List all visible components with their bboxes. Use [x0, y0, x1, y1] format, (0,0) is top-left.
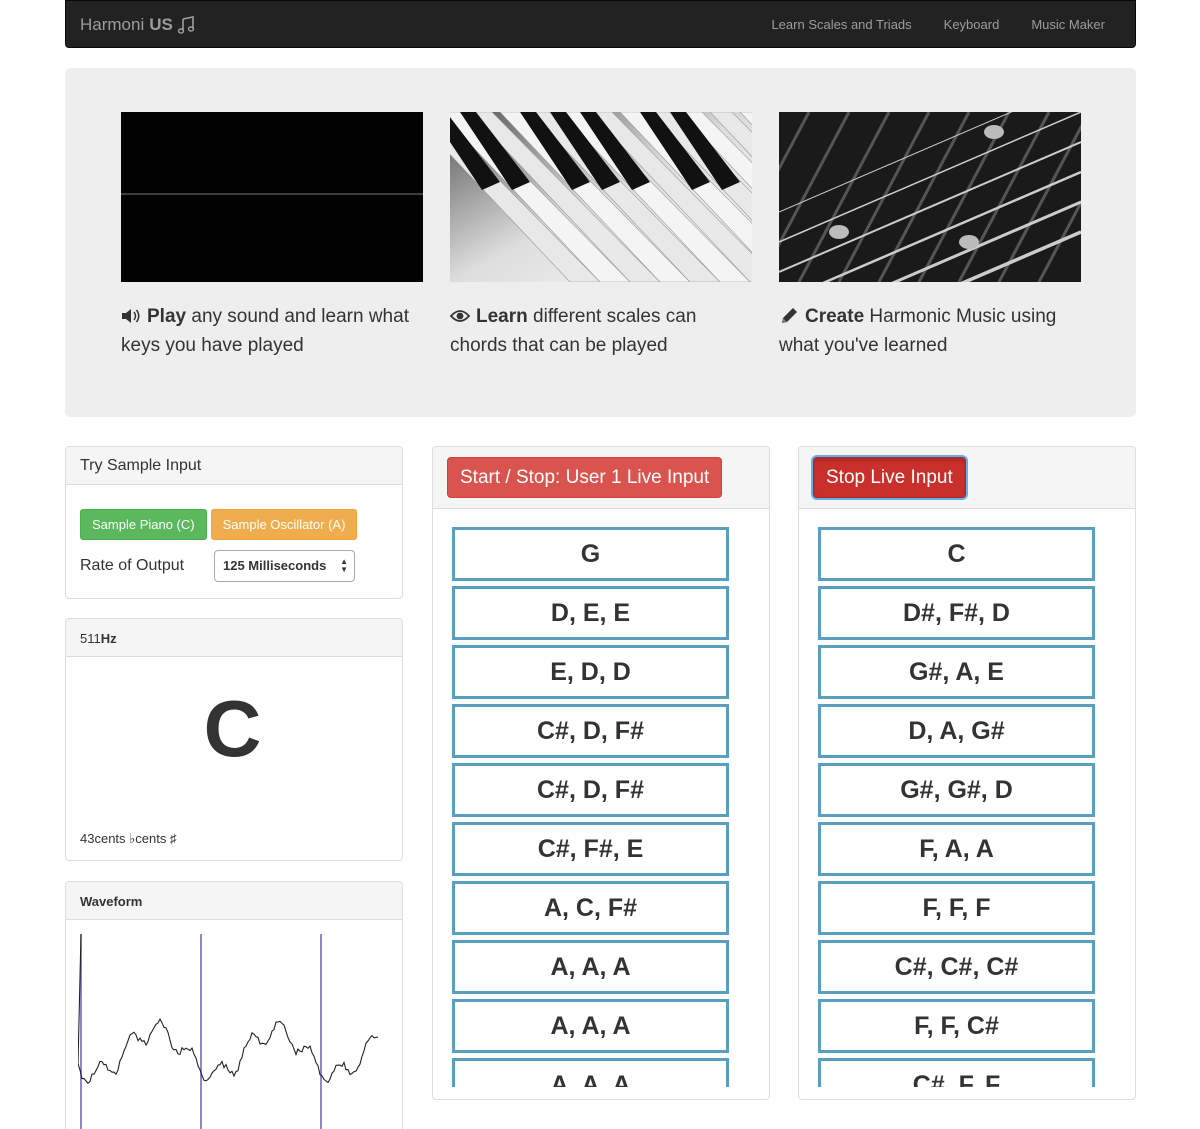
feature-learn: Learn different scales can chords that c… [450, 112, 752, 360]
rate-of-output-label: Rate of Output [80, 557, 184, 575]
piano-keys-image [450, 112, 752, 282]
brand-logo[interactable]: Harmoni US [80, 15, 195, 35]
frequency-unit: Hz [101, 631, 117, 646]
chord-item[interactable]: C#, D, F# [452, 704, 729, 758]
chord-item[interactable]: D#, F#, D [818, 586, 1095, 640]
chord-item[interactable]: C#, C#, C# [818, 940, 1095, 994]
top-navbar: Harmoni US Learn Scales and Triads Keybo… [65, 0, 1136, 48]
nav-link-keyboard[interactable]: Keyboard [944, 17, 1000, 32]
chord-item[interactable]: A, C, F# [452, 881, 729, 935]
music-note-icon [177, 16, 195, 34]
stop-live-input-button[interactable]: Stop Live Input [813, 457, 966, 498]
live-input-panel-user2: Stop Live Input C D#, F#, D G#, A, E D, … [798, 446, 1136, 1100]
pencil-icon [779, 308, 799, 324]
feature-play-bold: Play [147, 306, 186, 327]
live-input-header: Start / Stop: User 1 Live Input [433, 447, 769, 509]
sample-buttons: Sample Piano (C) Sample Oscillator (A) [80, 509, 357, 540]
sample-oscillator-button[interactable]: Sample Oscillator (A) [211, 509, 358, 540]
frequency-readout: 511Hz [66, 619, 402, 657]
chord-item[interactable]: C#, F, F [818, 1058, 1095, 1087]
start-stop-live-input-button[interactable]: Start / Stop: User 1 Live Input [447, 457, 722, 498]
chord-item[interactable]: F, F, C# [818, 999, 1095, 1053]
brand-bold: US [149, 15, 173, 35]
waveform-panel: Waveform [65, 881, 403, 1129]
chord-item[interactable]: E, D, D [452, 645, 729, 699]
chord-item[interactable]: F, A, A [818, 822, 1095, 876]
chord-item[interactable]: F, F, F [818, 881, 1095, 935]
chord-list-user2: C D#, F#, D G#, A, E D, A, G# G#, G#, D … [818, 527, 1096, 1087]
chord-item[interactable]: C#, D, F# [452, 763, 729, 817]
hero-jumbotron: Play any sound and learn what keys you h… [65, 68, 1136, 417]
detected-note: C [66, 689, 399, 769]
select-arrows-icon: ▲ ▼ [340, 558, 348, 574]
feature-play-caption: Play any sound and learn what keys you h… [121, 302, 423, 360]
chord-item[interactable]: G#, G#, D [818, 763, 1095, 817]
chord-item[interactable]: G [452, 527, 729, 581]
waveform-graph [78, 934, 388, 1129]
chord-item[interactable]: A, A, A [452, 999, 729, 1053]
sample-input-panel: Try Sample Input Sample Piano (C) Sample… [65, 446, 403, 599]
feature-learn-bold: Learn [476, 306, 528, 327]
chord-item[interactable]: A, A, A [452, 940, 729, 994]
sample-input-title: Try Sample Input [66, 447, 402, 485]
nav-links: Learn Scales and Triads Keyboard Music M… [771, 17, 1105, 32]
guitar-strings-image [779, 112, 1081, 282]
chord-item[interactable]: G#, A, E [818, 645, 1095, 699]
chord-item[interactable]: A, A, A [452, 1058, 729, 1087]
chord-item[interactable]: D, E, E [452, 586, 729, 640]
cents-readout: 43cents ♭cents ♯ [80, 831, 176, 847]
chord-item[interactable]: C#, F#, E [452, 822, 729, 876]
sound-wave-image [121, 112, 423, 282]
rate-of-output-select[interactable]: 125 Milliseconds ▲ ▼ [214, 550, 355, 582]
live-input-panel-user1: Start / Stop: User 1 Live Input G D, E, … [432, 446, 770, 1100]
pitch-detector-panel: 511Hz C 43cents ♭cents ♯ [65, 618, 403, 861]
eye-icon [450, 308, 470, 324]
nav-link-music-maker[interactable]: Music Maker [1031, 17, 1105, 32]
feature-create: Create Harmonic Music using what you've … [779, 112, 1081, 360]
chord-item[interactable]: D, A, G# [818, 704, 1095, 758]
feature-learn-caption: Learn different scales can chords that c… [450, 302, 752, 360]
feature-play: Play any sound and learn what keys you h… [121, 112, 423, 360]
sample-piano-button[interactable]: Sample Piano (C) [80, 509, 207, 540]
chord-item[interactable]: C [818, 527, 1095, 581]
feature-create-caption: Create Harmonic Music using what you've … [779, 302, 1081, 360]
volume-icon [121, 308, 141, 324]
feature-create-bold: Create [805, 306, 864, 327]
waveform-line [78, 934, 378, 1083]
live-input-header: Stop Live Input [799, 447, 1135, 509]
nav-link-learn-scales[interactable]: Learn Scales and Triads [771, 17, 911, 32]
waveform-title: Waveform [66, 882, 402, 920]
brand-prefix: Harmoni [80, 15, 144, 35]
chord-list-user1: G D, E, E E, D, D C#, D, F# C#, D, F# C#… [452, 527, 730, 1087]
frequency-value: 511 [80, 631, 101, 646]
rate-of-output-value: 125 Milliseconds [223, 558, 326, 573]
